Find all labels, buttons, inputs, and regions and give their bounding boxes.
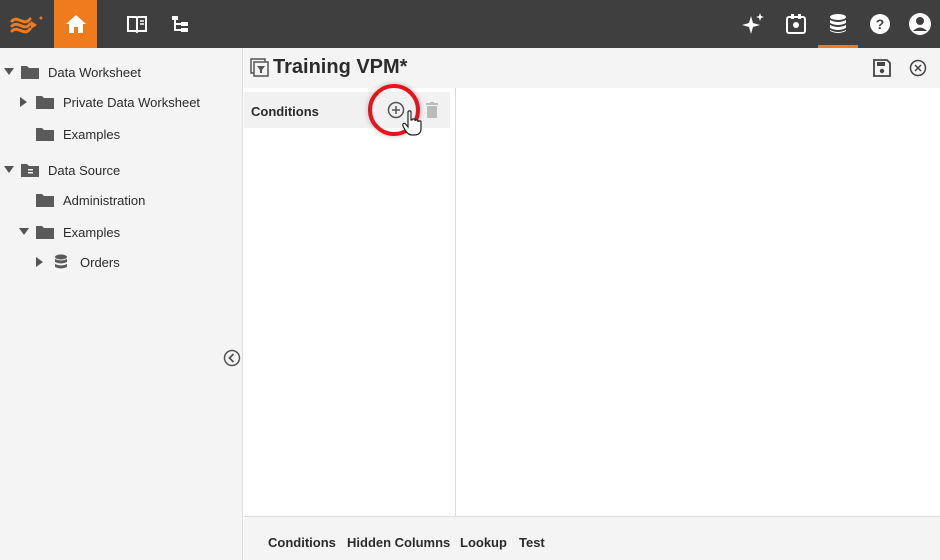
- chevron-left-circle-icon: [223, 349, 241, 367]
- editor-tabs: Conditions Hidden Columns Lookup Test: [244, 516, 940, 560]
- tree-item-label: Examples: [63, 224, 121, 240]
- conditions-pane: Conditions: [244, 84, 456, 516]
- editor-header: Training VPM*: [244, 48, 940, 88]
- book-icon: [127, 16, 147, 34]
- tree-structure-button[interactable]: [160, 0, 200, 48]
- page-title: Training VPM*: [273, 56, 408, 78]
- add-circle-icon: [387, 101, 405, 119]
- expand-arrow-down-icon[interactable]: [4, 165, 14, 175]
- tree-item-examples-datasource[interactable]: Examples: [19, 219, 120, 245]
- conditions-label: Conditions: [251, 104, 319, 119]
- help-button[interactable]: ?: [860, 0, 900, 48]
- logo-icon[interactable]: [0, 0, 54, 48]
- tree-item-examples-worksheet[interactable]: Examples: [35, 121, 120, 147]
- delete-condition-button[interactable]: [420, 98, 444, 122]
- expand-arrow-right-icon[interactable]: [35, 257, 45, 267]
- svg-text:?: ?: [876, 16, 885, 32]
- database-button[interactable]: [818, 0, 858, 48]
- tree-item-label: Examples: [63, 126, 121, 142]
- top-toolbar: ?: [0, 0, 940, 48]
- book-button[interactable]: [118, 0, 156, 48]
- expand-arrow-right-icon[interactable]: [19, 97, 29, 107]
- collapse-panel-button[interactable]: [222, 348, 242, 368]
- expand-arrow-down-icon[interactable]: [19, 227, 29, 237]
- tree-item-private-data-worksheet[interactable]: Private Data Worksheet: [19, 89, 200, 115]
- tree-item-label: Private Data Worksheet: [63, 94, 201, 110]
- vpm-icon: [250, 58, 270, 78]
- tree-item-label: Data Worksheet: [48, 64, 141, 80]
- home-button[interactable]: [54, 0, 97, 48]
- tab-lookup[interactable]: Lookup: [460, 535, 507, 550]
- folder-icon: [20, 63, 40, 81]
- tree-item-label: Data Source: [48, 162, 121, 178]
- sparkle-icon: [742, 13, 764, 34]
- portal-button[interactable]: [776, 0, 816, 48]
- save-icon: [873, 59, 891, 77]
- repository-tree-panel: Data Worksheet Private Data Worksheet Ex…: [0, 48, 243, 560]
- data-source-icon: [20, 161, 40, 179]
- trash-icon: [426, 102, 438, 118]
- conditions-header: Conditions: [244, 84, 450, 136]
- home-icon: [65, 15, 86, 33]
- expand-arrow-down-icon[interactable]: [4, 67, 14, 77]
- database-icon: [830, 14, 846, 33]
- tree-structure-icon: [172, 16, 188, 32]
- user-icon: [909, 13, 931, 35]
- portal-icon: [786, 14, 806, 34]
- help-icon: ?: [870, 14, 890, 34]
- save-button[interactable]: [870, 56, 894, 80]
- tree-item-data-source[interactable]: Data Source: [4, 157, 120, 183]
- vpm-editor: Training VPM* Conditions Conditions Hidd…: [244, 48, 940, 560]
- folder-icon: [35, 93, 55, 111]
- tree-item-orders[interactable]: Orders: [35, 249, 120, 275]
- tree-item-administration[interactable]: Administration: [35, 187, 145, 213]
- folder-icon: [35, 223, 55, 241]
- close-button[interactable]: [906, 56, 930, 80]
- tab-hidden-columns[interactable]: Hidden Columns: [347, 535, 450, 550]
- tree-item-label: Administration: [63, 192, 146, 208]
- tree-item-label: Orders: [80, 254, 120, 270]
- tree-item-data-worksheet[interactable]: Data Worksheet: [4, 59, 141, 85]
- database-icon: [51, 253, 71, 271]
- folder-icon: [35, 191, 55, 209]
- add-condition-button[interactable]: [384, 98, 408, 122]
- close-circle-icon: [909, 59, 927, 77]
- tab-conditions[interactable]: Conditions: [268, 535, 336, 550]
- tab-test[interactable]: Test: [519, 535, 545, 550]
- sparkle-button[interactable]: [734, 0, 774, 48]
- folder-icon: [35, 125, 55, 143]
- user-account-button[interactable]: [900, 0, 940, 48]
